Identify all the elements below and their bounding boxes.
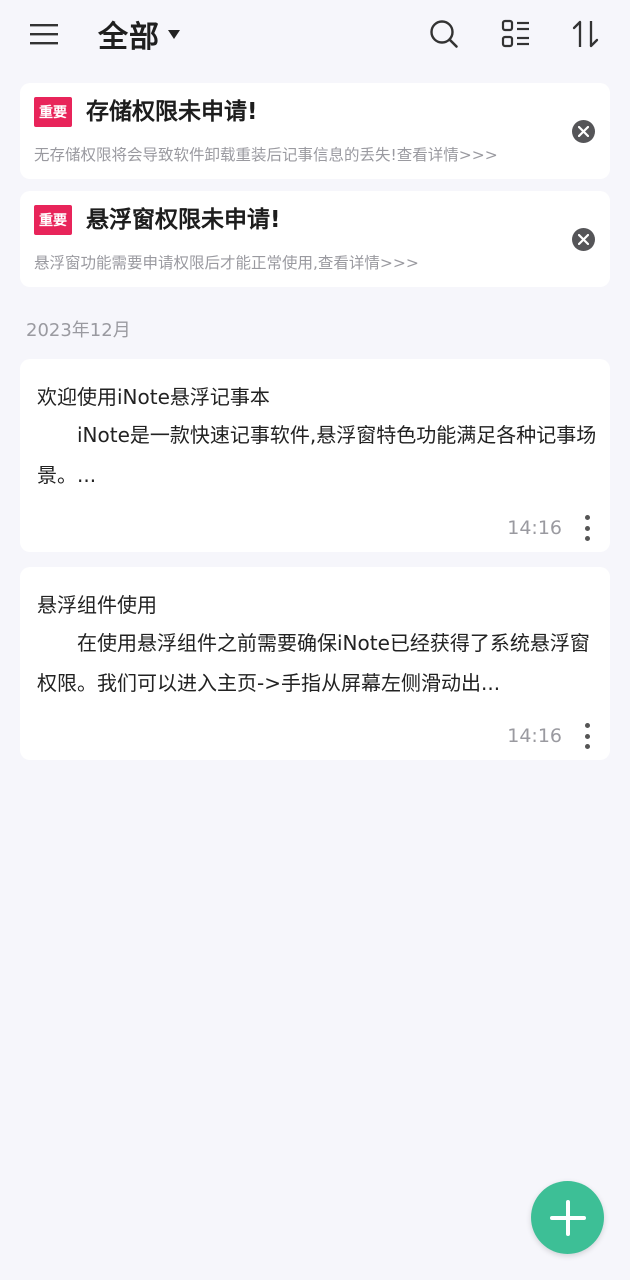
close-icon bbox=[578, 234, 589, 245]
caret-down-icon bbox=[168, 29, 180, 39]
category-selector[interactable]: 全部 bbox=[98, 14, 180, 55]
dot bbox=[584, 525, 590, 531]
dismiss-warning-button[interactable] bbox=[572, 120, 595, 143]
page-title: 全部 bbox=[98, 20, 160, 55]
important-badge: 重要 bbox=[34, 97, 72, 127]
more-options-icon[interactable] bbox=[582, 515, 592, 541]
dot bbox=[584, 536, 590, 541]
warning-description[interactable]: 悬浮窗功能需要申请权限后才能正常使用,查看详情>>> bbox=[34, 251, 419, 273]
close-icon bbox=[578, 126, 589, 137]
list-layout-icon bbox=[501, 19, 529, 48]
warning-description[interactable]: 无存储权限将会导致软件卸载重装后记事信息的丢失!查看详情>>> bbox=[34, 143, 498, 165]
important-badge: 重要 bbox=[34, 205, 72, 235]
storage-permission-warning[interactable]: 重要 存储权限未申请! 无存储权限将会导致软件卸载重装后记事信息的丢失!查看详情… bbox=[20, 83, 610, 179]
search-icon bbox=[430, 20, 458, 48]
search-button[interactable] bbox=[424, 14, 464, 54]
note-time: 14:16 bbox=[507, 517, 562, 539]
dismiss-warning-button[interactable] bbox=[572, 228, 595, 251]
month-group-header: 2023年12月 bbox=[26, 320, 131, 341]
note-preview: iNote是一款快速记事软件,悬浮窗特色功能满足各种记事场景。... bbox=[37, 423, 597, 487]
note-time: 14:16 bbox=[507, 725, 562, 747]
note-preview: 在使用悬浮组件之前需要确保iNote已经获得了系统悬浮窗权限。我们可以进入主页-… bbox=[37, 631, 590, 695]
dot bbox=[584, 723, 590, 728]
top-app-bar: 全部 bbox=[0, 0, 630, 70]
note-card[interactable]: 欢迎使用iNote悬浮记事本 iNote是一款快速记事软件,悬浮窗特色功能满足各… bbox=[20, 359, 610, 552]
sort-button[interactable] bbox=[566, 14, 606, 54]
layout-toggle-button[interactable] bbox=[496, 14, 536, 54]
note-title: 悬浮组件使用 bbox=[37, 593, 157, 617]
dot bbox=[584, 515, 590, 520]
sort-icon bbox=[572, 20, 599, 48]
note-card[interactable]: 悬浮组件使用 在使用悬浮组件之前需要确保iNote已经获得了系统悬浮窗权限。我们… bbox=[20, 567, 610, 760]
warning-title: 悬浮窗权限未申请! bbox=[86, 207, 281, 233]
menu-icon bbox=[30, 24, 58, 45]
note-title: 欢迎使用iNote悬浮记事本 bbox=[37, 385, 270, 409]
menu-button[interactable] bbox=[22, 14, 66, 54]
warning-title: 存储权限未申请! bbox=[86, 99, 258, 125]
dot bbox=[584, 744, 590, 749]
dot bbox=[584, 733, 590, 739]
add-note-button[interactable] bbox=[531, 1181, 604, 1254]
plus-icon bbox=[549, 1199, 586, 1236]
overlay-permission-warning[interactable]: 重要 悬浮窗权限未申请! 悬浮窗功能需要申请权限后才能正常使用,查看详情>>> bbox=[20, 191, 610, 287]
more-options-icon[interactable] bbox=[582, 723, 592, 749]
